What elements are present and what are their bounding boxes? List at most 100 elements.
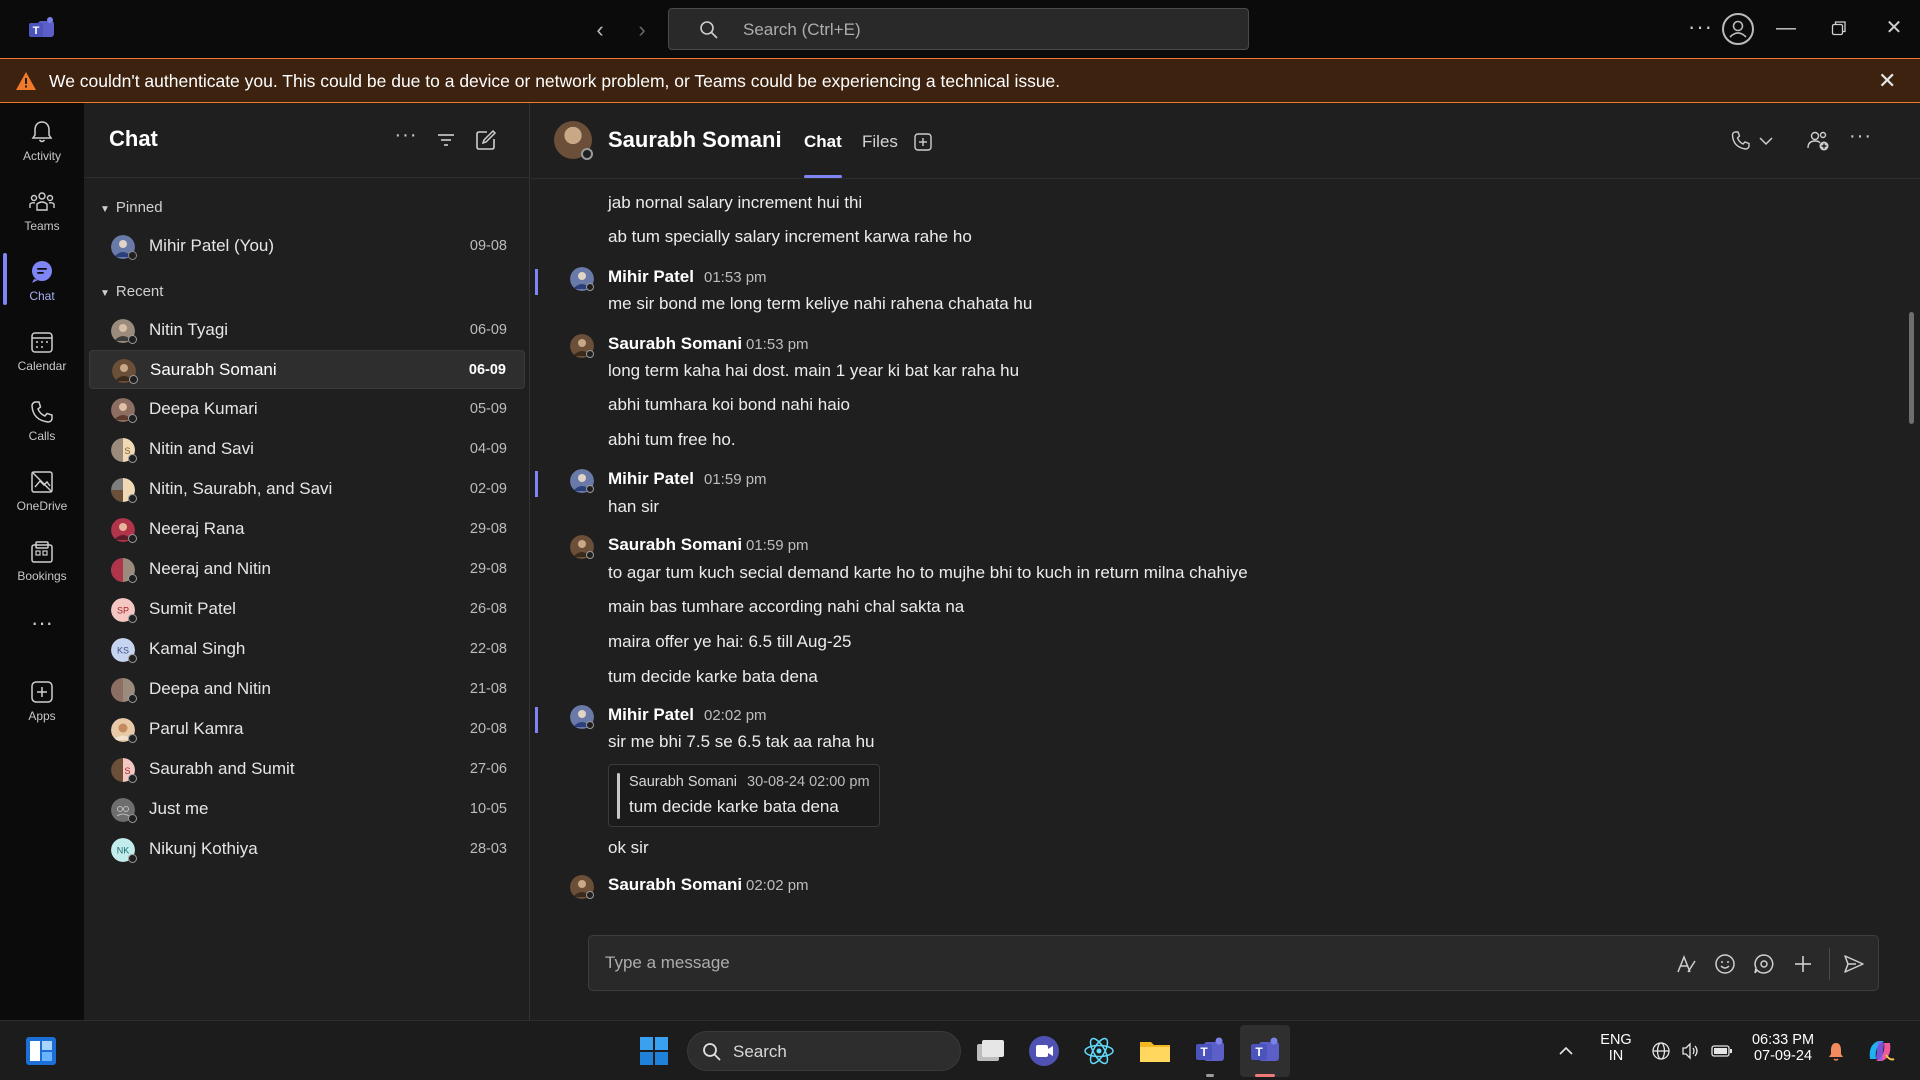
chat-name: Mihir Patel (You): [149, 236, 275, 255]
add-people-icon[interactable]: [1804, 127, 1832, 155]
region-label: IN: [1608, 1048, 1624, 1064]
pinned-section-header[interactable]: ▼ Pinned: [100, 199, 163, 216]
rail-item-activity[interactable]: Activity: [0, 109, 84, 173]
attach-plus-icon[interactable]: [1791, 952, 1815, 976]
message-author: Saurabh Somani: [608, 875, 743, 894]
add-tab-icon[interactable]: [913, 132, 933, 152]
chat-name: Neeraj and Nitin: [149, 559, 271, 578]
scrollbar[interactable]: [1909, 312, 1914, 424]
chevron-down-icon[interactable]: [1757, 127, 1775, 155]
chat-item-neeraj-rana[interactable]: Neeraj Rana 29-08: [89, 510, 525, 549]
recent-section-header[interactable]: ▼ Recent: [100, 283, 163, 300]
teams-app-icon[interactable]: T: [1247, 1033, 1283, 1069]
chat-item-nitin-and-savi[interactable]: S Nitin and Savi 04-09: [89, 430, 525, 469]
svg-text:KS: KS: [117, 646, 129, 656]
windows-start-icon[interactable]: [636, 1033, 672, 1069]
rail-label: Bookings: [17, 569, 67, 583]
message-time: 01:59 pm: [746, 537, 809, 554]
network-globe-icon[interactable]: [1651, 1041, 1671, 1061]
taskbar-search-label: Search: [733, 1042, 787, 1061]
chat-item-neeraj-and-nitin[interactable]: Neeraj and Nitin 29-08: [89, 550, 525, 589]
chat-item-nitin-saurabh-savi[interactable]: Nitin, Saurabh, and Savi 02-09: [89, 470, 525, 509]
clock[interactable]: 06:33 PM 07-09-24: [1748, 1032, 1818, 1064]
more-options-icon[interactable]: ···: [1688, 14, 1713, 40]
close-window-icon[interactable]: ✕: [1882, 14, 1906, 42]
profile-avatar[interactable]: [1722, 13, 1754, 45]
chat-item-saurabh-and-sumit[interactable]: S Saurabh and Sumit 27-06: [89, 750, 525, 789]
emoji-icon[interactable]: [1713, 952, 1737, 976]
rail-item-bookings[interactable]: Bookings: [0, 529, 84, 593]
message-text: abhi tumhara koi bond nahi haio: [608, 395, 850, 414]
chat-item-deepa-and-nitin[interactable]: Deepa and Nitin 21-08: [89, 670, 525, 709]
filter-icon[interactable]: [434, 128, 458, 152]
phone-icon[interactable]: [1727, 127, 1755, 155]
bookings-icon: [31, 541, 53, 563]
chat-item-parul-kamra[interactable]: Parul Kamra 20-08: [89, 710, 525, 749]
rail-item-calendar[interactable]: Calendar: [0, 319, 84, 383]
new-chat-icon[interactable]: [474, 128, 498, 152]
message-text: abhi tum free ho.: [608, 430, 736, 449]
quoted-reply[interactable]: Saurabh Somani 30-08-24 02:00 pm tum dec…: [608, 764, 880, 827]
more-apps-icon[interactable]: ···: [0, 605, 84, 641]
format-icon[interactable]: [1674, 952, 1698, 976]
chat-name: Deepa Kumari: [149, 399, 258, 418]
react-app-icon[interactable]: [1081, 1033, 1117, 1069]
meet-video-icon[interactable]: [1026, 1033, 1062, 1069]
chat-list-header: Chat ···: [84, 103, 530, 178]
more-options-icon[interactable]: ···: [394, 124, 418, 148]
contact-name[interactable]: Saurabh Somani: [608, 127, 782, 153]
chevron-up-icon[interactable]: [1556, 1041, 1576, 1061]
chat-date: 06-09: [468, 362, 506, 378]
active-tab-indicator: [804, 175, 842, 178]
restore-icon[interactable]: [1827, 14, 1851, 42]
tab-chat[interactable]: Chat: [804, 132, 842, 152]
minimize-icon[interactable]: —: [1774, 14, 1798, 42]
rail-item-calls[interactable]: Calls: [0, 389, 84, 453]
more-options-icon[interactable]: ···: [1849, 125, 1877, 153]
chat-item-saurabh-somani[interactable]: Saurabh Somani 06-09: [89, 350, 525, 389]
chat-item-sumit-patel[interactable]: SP Sumit Patel 26-08: [89, 590, 525, 629]
close-banner-icon[interactable]: ✕: [1878, 68, 1896, 94]
chat-item-just-me[interactable]: Just me 10-05: [89, 790, 525, 829]
chat-item-nitin-tyagi[interactable]: Nitin Tyagi 06-09: [89, 311, 525, 350]
chat-item-mihir-patel[interactable]: Mihir Patel (You) 09-08: [89, 227, 525, 266]
message-input[interactable]: Type a message: [588, 935, 1879, 991]
language-indicator[interactable]: ENG IN: [1596, 1032, 1636, 1064]
rail-item-chat[interactable]: Chat: [0, 249, 84, 313]
notification-bell-icon[interactable]: [1826, 1041, 1846, 1063]
forward-arrow-icon[interactable]: ›: [628, 16, 656, 44]
send-icon[interactable]: [1842, 952, 1866, 976]
warning-message: We couldn't authenticate you. This could…: [49, 71, 1061, 91]
widgets-icon[interactable]: [24, 1035, 58, 1067]
rail-item-apps[interactable]: Apps: [0, 669, 84, 733]
person-icon: [1729, 20, 1747, 38]
language-label: ENG: [1600, 1032, 1632, 1048]
battery-icon[interactable]: [1711, 1043, 1733, 1059]
message-time: 01:59 pm: [704, 471, 767, 488]
message-text: to agar tum kuch secial demand karte ho …: [608, 563, 1248, 582]
message-time: 01:53 pm: [746, 336, 809, 353]
chat-item-kamal-singh[interactable]: KS Kamal Singh 22-08: [89, 630, 525, 669]
loop-compose-icon[interactable]: [1752, 952, 1776, 976]
presence-icon: [128, 251, 137, 260]
chat-name: Neeraj Rana: [149, 519, 245, 538]
chat-item-deepa-kumari[interactable]: Deepa Kumari 05-09: [89, 390, 525, 429]
teams-app-icon[interactable]: T: [1192, 1033, 1228, 1069]
rail-item-onedrive[interactable]: OneDrive: [0, 459, 84, 523]
tab-files[interactable]: Files: [862, 132, 898, 152]
svg-text:SP: SP: [117, 606, 129, 616]
task-view-icon[interactable]: [972, 1033, 1008, 1069]
rail-item-teams[interactable]: Teams: [0, 179, 84, 243]
quote-bar: [617, 773, 620, 819]
message-list[interactable]: jab nornal salary increment hui thi ab t…: [531, 179, 1920, 909]
teams-logo-icon[interactable]: T: [28, 16, 56, 42]
message-text: tum decide karke bata dena: [608, 667, 818, 686]
file-explorer-icon[interactable]: [1137, 1033, 1173, 1069]
chat-item-nikunj-kothiya[interactable]: NK Nikunj Kothiya 28-03: [89, 830, 525, 869]
taskbar-search[interactable]: Search: [687, 1031, 961, 1071]
back-arrow-icon[interactable]: ‹: [586, 16, 614, 44]
search-input[interactable]: Search (Ctrl+E): [668, 8, 1249, 50]
message-time: 02:02 pm: [704, 707, 767, 724]
volume-icon[interactable]: [1680, 1041, 1700, 1061]
copilot-icon[interactable]: [1864, 1035, 1896, 1067]
